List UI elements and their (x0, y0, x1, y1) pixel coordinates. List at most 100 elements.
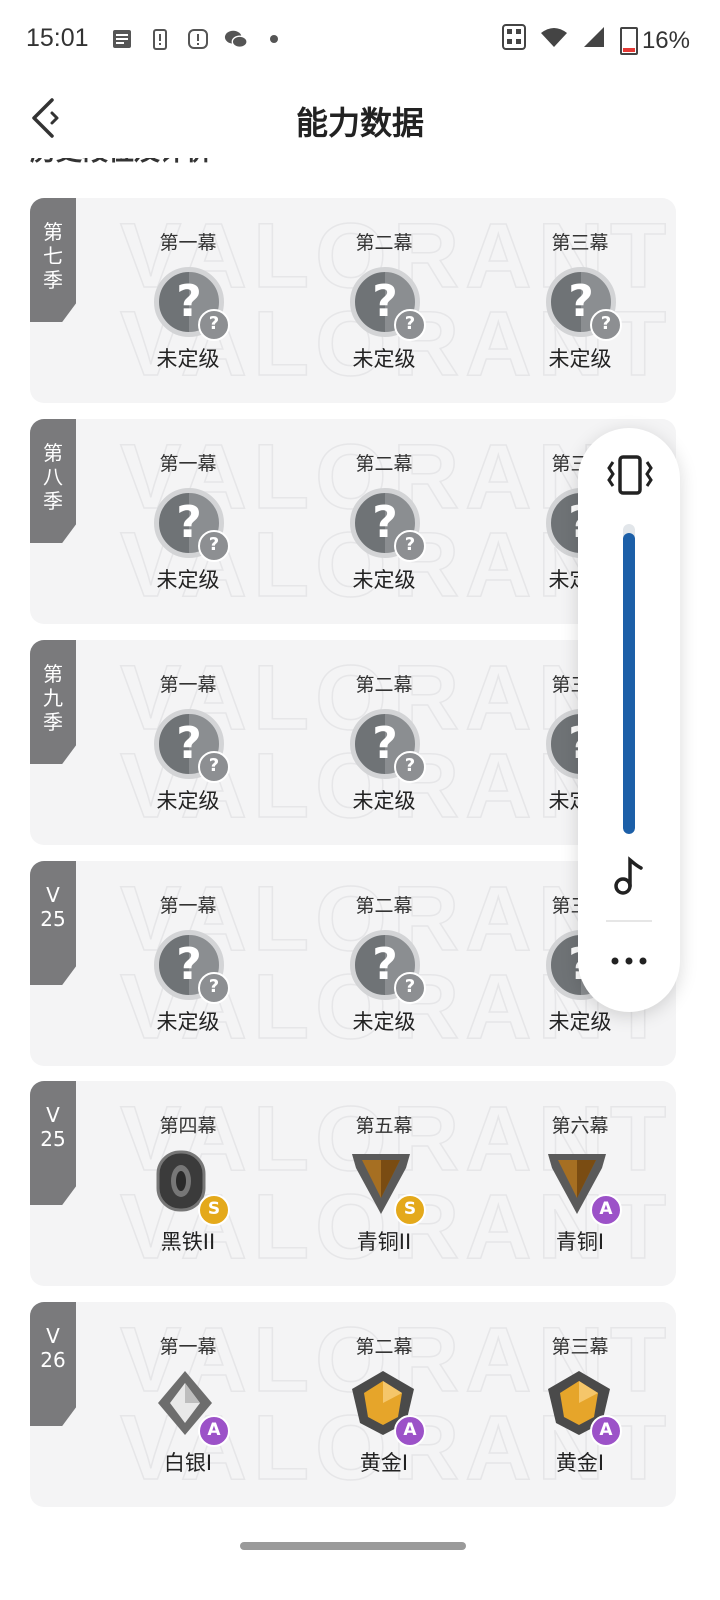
unranked-icon: ?? (540, 261, 622, 341)
iron-rank-icon: S (148, 1144, 230, 1226)
act-label: 第二幕 (355, 453, 413, 475)
question-badge-icon: ? (198, 972, 230, 1004)
season-card: VALORANT VALORANT V 25 第四幕 S 黑铁II 第五幕 S 青铜II 第六幕 A 青… (30, 1081, 676, 1286)
status-time: 15:01 (26, 24, 89, 52)
season-tag: 第七季 (30, 198, 76, 322)
act-rank-item[interactable]: 第五幕 S 青铜II (314, 1081, 454, 1256)
grade-badge: A (394, 1415, 426, 1447)
rank-label: 未定级 (548, 347, 612, 371)
act-rank-item[interactable]: 第二幕?? 未定级 (314, 198, 454, 373)
act-rank-item[interactable]: 第二幕?? 未定级 (314, 640, 454, 815)
act-label: 第二幕 (355, 232, 413, 254)
notes-notification-icon (110, 26, 134, 52)
grade-badge: A (590, 1415, 622, 1447)
grade-badge: A (590, 1194, 622, 1226)
act-label: 第一幕 (159, 674, 217, 696)
season-tag: 第八季 (30, 419, 76, 543)
rank-label: 未定级 (156, 789, 220, 813)
question-badge-icon: ? (590, 309, 622, 341)
battery-percent: 16% (641, 26, 690, 54)
act-rank-item[interactable]: 第一幕 A 白银I (118, 1302, 258, 1477)
volume-slider[interactable] (623, 524, 635, 834)
rank-label: 青铜II (356, 1230, 412, 1254)
season-tag: V 25 (30, 861, 76, 985)
rank-label: 黑铁II (160, 1230, 216, 1254)
question-badge-icon: ? (198, 530, 230, 562)
act-label: 第三幕 (551, 1336, 609, 1358)
unranked-icon: ?? (148, 482, 230, 562)
volume-panel-divider (606, 920, 652, 922)
act-label: 第一幕 (159, 453, 217, 475)
more-options-button[interactable] (608, 946, 650, 976)
unranked-icon: ?? (344, 703, 426, 783)
alert-icon (186, 26, 210, 52)
rank-label: 黄金I (555, 1451, 605, 1475)
volume-slider-fill (623, 533, 635, 834)
rank-label: 未定级 (352, 789, 416, 813)
act-rank-item[interactable]: 第二幕 A 黄金I (314, 1302, 454, 1477)
act-rank-item[interactable]: 第四幕 S 黑铁II (118, 1081, 258, 1256)
gold-rank-icon: A (344, 1365, 426, 1447)
season-tag: V 25 (30, 1081, 76, 1205)
grade-badge: S (198, 1194, 230, 1226)
unranked-icon: ?? (344, 482, 426, 562)
act-label: 第二幕 (355, 1336, 413, 1358)
act-rank-item[interactable]: 第一幕?? 未定级 (118, 198, 258, 373)
act-label: 第二幕 (355, 895, 413, 917)
act-label: 第三幕 (551, 232, 609, 254)
act-label: 第一幕 (159, 895, 217, 917)
act-rank-item[interactable]: 第二幕?? 未定级 (314, 861, 454, 1036)
bronze-rank-icon: S (344, 1144, 426, 1226)
act-rank-item[interactable]: 第一幕?? 未定级 (118, 640, 258, 815)
act-label: 第六幕 (551, 1115, 609, 1137)
act-rank-item[interactable]: 第二幕?? 未定级 (314, 419, 454, 594)
act-rank-item[interactable]: 第一幕?? 未定级 (118, 861, 258, 1036)
grade-badge: S (394, 1194, 426, 1226)
wechat-icon (224, 26, 248, 52)
status-bar: 15:01 16% (0, 0, 720, 80)
rank-label: 未定级 (156, 1010, 220, 1034)
season-tag: V 26 (30, 1302, 76, 1426)
volume-panel (578, 428, 680, 1012)
rank-label: 青铜I (555, 1230, 605, 1254)
act-rank-item[interactable]: 第三幕?? 未定级 (510, 198, 650, 373)
unranked-icon: ?? (344, 924, 426, 1004)
act-rank-item[interactable]: 第一幕?? 未定级 (118, 419, 258, 594)
season-tag: 第九季 (30, 640, 76, 764)
grade-badge: A (198, 1415, 230, 1447)
music-note-icon[interactable] (611, 856, 647, 900)
act-label: 第二幕 (355, 674, 413, 696)
nfc-icon (501, 24, 526, 57)
gold-rank-icon: A (540, 1365, 622, 1447)
season-card: VALORANT VALORANT 第七季第一幕?? 未定级 第二幕?? 未定级 第三幕??… (30, 198, 676, 403)
act-label: 第五幕 (355, 1115, 413, 1137)
unranked-icon: ?? (148, 261, 230, 341)
question-badge-icon: ? (198, 309, 230, 341)
battery-icon (619, 26, 638, 55)
question-badge-icon: ? (198, 751, 230, 783)
rank-label: 未定级 (352, 568, 416, 592)
act-rank-item[interactable]: 第六幕 A 青铜I (510, 1081, 650, 1256)
unranked-icon: ?? (148, 924, 230, 1004)
question-badge-icon: ? (394, 530, 426, 562)
rank-label: 未定级 (156, 347, 220, 371)
rank-label: 未定级 (156, 568, 220, 592)
unranked-icon: ?? (344, 261, 426, 341)
app-header: 能力数据 (0, 80, 720, 158)
unranked-icon: ?? (148, 703, 230, 783)
act-rank-item[interactable]: 第三幕 A 黄金I (510, 1302, 650, 1477)
home-indicator[interactable] (240, 1542, 466, 1550)
question-badge-icon: ? (394, 972, 426, 1004)
page-title: 能力数据 (295, 104, 424, 142)
act-label: 第一幕 (159, 232, 217, 254)
signal-icon (582, 25, 606, 56)
vibrate-mode-icon[interactable] (607, 454, 653, 500)
silver-rank-icon: A (148, 1365, 230, 1447)
more-dots-icon (611, 957, 647, 965)
battery-alert-icon (148, 26, 172, 52)
rank-label: 未定级 (352, 1010, 416, 1034)
wifi-icon (540, 25, 568, 56)
rank-label: 黄金I (359, 1451, 409, 1475)
more-notifications-dot-icon (262, 26, 286, 52)
question-badge-icon: ? (394, 751, 426, 783)
